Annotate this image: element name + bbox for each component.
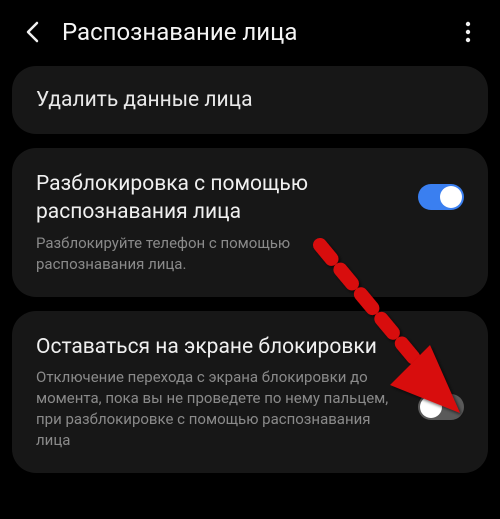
delete-face-data-button[interactable]: Удалить данные лица: [12, 66, 488, 134]
stay-on-lock-desc: Отключение перехода с экрана блокировки …: [36, 367, 402, 451]
more-button[interactable]: [456, 20, 480, 44]
chevron-left-icon: [25, 21, 39, 43]
toggle-thumb: [420, 396, 442, 418]
face-unlock-desc: Разблокируйте телефон с помощью распозна…: [36, 233, 402, 275]
delete-face-data-label: Удалить данные лица: [36, 88, 464, 112]
stay-on-lock-toggle[interactable]: [418, 394, 464, 420]
face-unlock-setting[interactable]: Разблокировка с помощью распознавания ли…: [12, 148, 488, 297]
stay-on-lock-title: Оставаться на экране блокировки: [36, 333, 402, 361]
toggle-thumb: [440, 186, 462, 208]
page-title: Распознавание лица: [62, 18, 456, 46]
stay-on-lock-setting[interactable]: Оставаться на экране блокировки Отключен…: [12, 311, 488, 473]
face-unlock-title: Разблокировка с помощью распознавания ли…: [36, 170, 402, 227]
face-unlock-toggle[interactable]: [418, 184, 464, 210]
more-vertical-icon: [465, 21, 471, 43]
back-button[interactable]: [20, 20, 44, 44]
